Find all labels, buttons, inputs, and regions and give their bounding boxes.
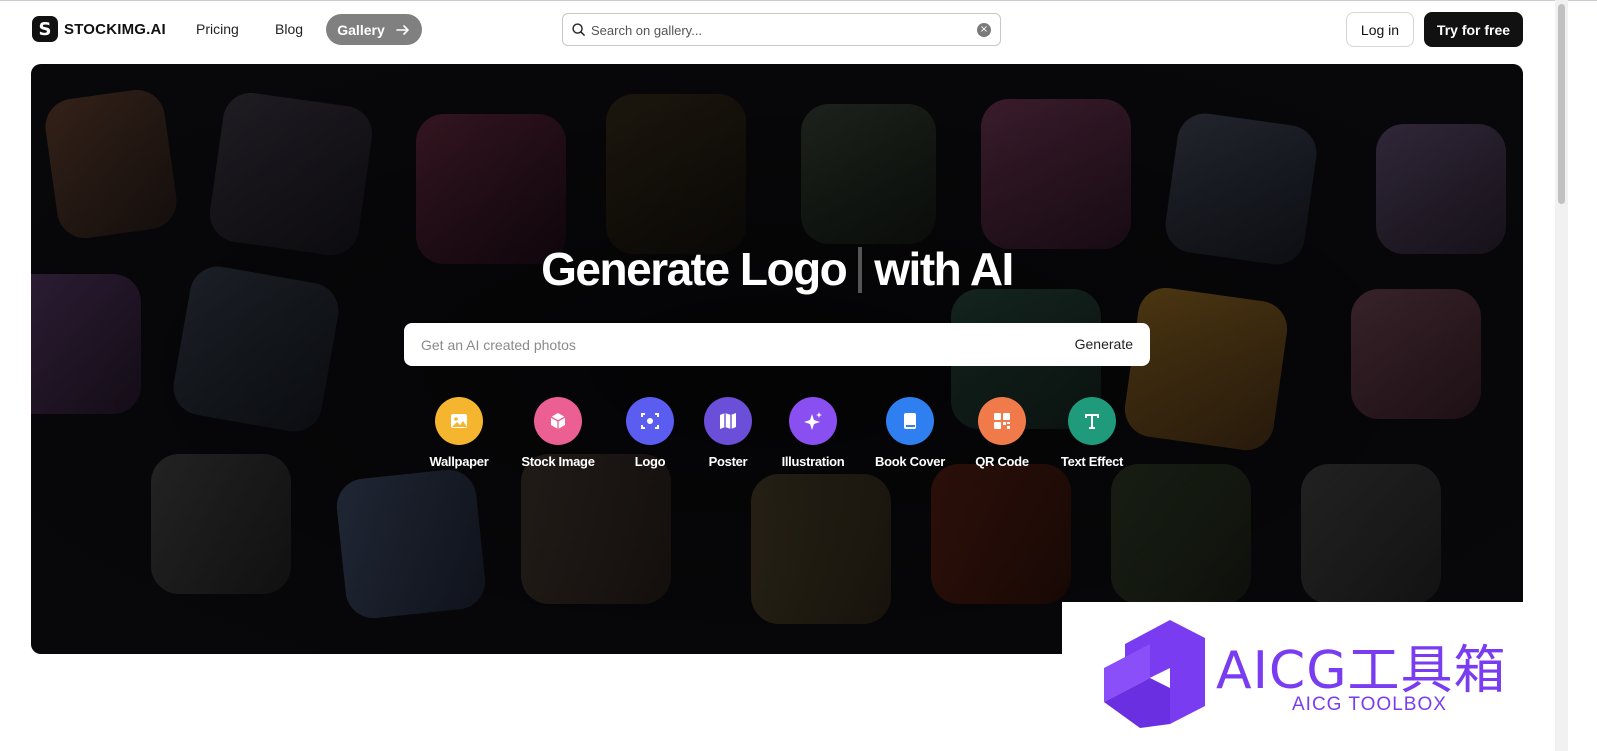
aicg-watermark: AICG工具箱 AICG TOOLBOX — [1062, 602, 1523, 751]
sparkle-icon — [789, 397, 837, 445]
gallery-search-box: × — [562, 13, 1001, 46]
try-for-free-button[interactable]: Try for free — [1424, 12, 1523, 47]
arrow-right-icon — [395, 24, 409, 35]
box-icon — [534, 397, 582, 445]
category-label: Text Effect — [1060, 454, 1124, 469]
category-list: Wallpaper Stock Image Logo Poster Illust… — [31, 397, 1523, 477]
page-scrollbar[interactable] — [1555, 0, 1568, 751]
gallery-button-label: Gallery — [337, 21, 385, 38]
nav-link-pricing[interactable]: Pricing — [196, 21, 239, 37]
prompt-input[interactable] — [421, 334, 1021, 356]
generate-button[interactable]: Generate — [1075, 336, 1133, 352]
brand-name: STOCKIMG.AI — [64, 20, 166, 38]
hero-title-part1: Generate Logo — [541, 243, 848, 295]
brand-logo[interactable]: S STOCKIMG.AI — [32, 16, 166, 42]
image-icon — [435, 397, 483, 445]
focus-icon — [626, 397, 674, 445]
hero-banner: Generate Logo with AI Generate Wallpaper … — [31, 64, 1523, 654]
category-text-effect[interactable]: Text Effect — [1032, 397, 1152, 469]
login-button[interactable]: Log in — [1346, 12, 1414, 47]
nav-link-blog[interactable]: Blog — [275, 21, 303, 37]
hero-title: Generate Logo with AI — [31, 242, 1523, 296]
qr-icon — [978, 397, 1026, 445]
clear-search-icon[interactable]: × — [977, 23, 991, 37]
book-icon — [886, 397, 934, 445]
hero-title-part2: with AI — [874, 243, 1014, 295]
watermark-title: AICG工具箱 — [1216, 641, 1507, 701]
search-icon — [572, 23, 585, 36]
typing-cursor — [858, 247, 863, 293]
gallery-search-input[interactable] — [591, 20, 971, 40]
text-icon — [1068, 397, 1116, 445]
watermark-subtitle: AICG TOOLBOX — [1292, 694, 1447, 715]
brand-mark-icon: S — [32, 16, 58, 42]
gallery-button[interactable]: Gallery — [326, 14, 422, 45]
top-navigation-bar: S STOCKIMG.AI Pricing Blog Gallery × Log… — [0, 0, 1597, 58]
aicg-logo-icon — [1104, 620, 1205, 728]
scrollbar-thumb[interactable] — [1558, 4, 1565, 204]
map-icon — [704, 397, 752, 445]
prompt-box: Generate — [404, 323, 1150, 366]
